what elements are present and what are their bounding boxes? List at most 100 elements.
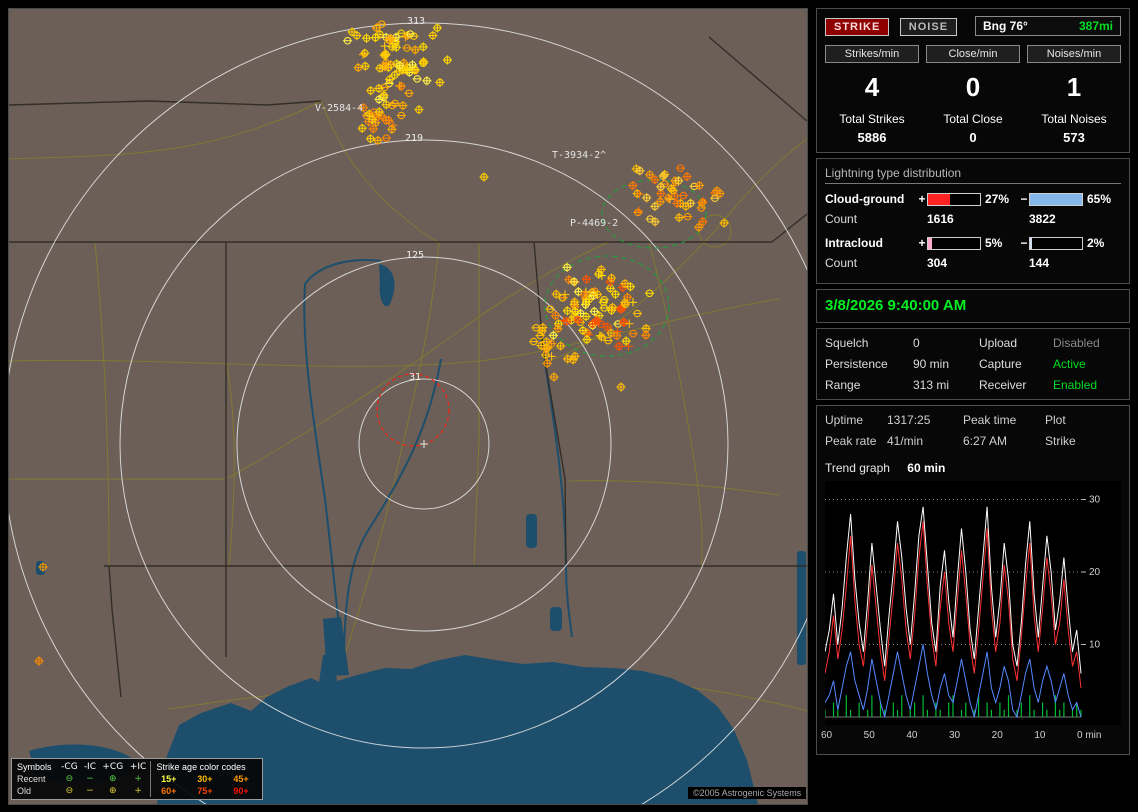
distribution-section: Lightning type distribution Cloud-ground… — [816, 158, 1130, 284]
svg-text:219: 219 — [405, 133, 423, 144]
age-30-label: 30+ — [187, 773, 223, 785]
close-per-min-button[interactable]: Close/min — [926, 45, 1020, 63]
uptime-value: 1317:25 — [887, 413, 963, 427]
strikes-per-min-value: 4 — [825, 72, 919, 103]
strike-indicator-button[interactable]: STRIKE — [825, 18, 889, 36]
svg-text:10: 10 — [1089, 640, 1101, 651]
total-noises: Total Noises 573 — [1027, 112, 1121, 145]
legend-age-header: Strike age color codes — [150, 761, 259, 773]
pos-ic-old-icon: + — [127, 785, 150, 797]
upload-status: Disabled — [1053, 336, 1123, 350]
pos-cg-recent-icon: ⊕ — [99, 773, 127, 785]
svg-text:125: 125 — [406, 250, 424, 261]
intracloud-count-row: Count 304 144 — [825, 256, 1121, 270]
trend-x-tick: 50 — [864, 730, 875, 741]
cg-plus-count: 1616 — [927, 212, 981, 226]
distance-value: 387mi — [1079, 19, 1113, 33]
trend-x-tick: 0 min — [1077, 730, 1101, 741]
close-per-min-value: 0 — [926, 72, 1020, 103]
trend-x-tick: 60 — [821, 730, 832, 741]
capture-status: Active — [1053, 357, 1123, 371]
trend-section: Uptime 1317:25 Peak time Plot Peak rate … — [816, 405, 1130, 755]
trend-x-tick: 40 — [906, 730, 917, 741]
cg-minus-bar — [1029, 193, 1083, 206]
total-close: Total Close 0 — [926, 112, 1020, 145]
trend-graph: 302010 6050403020100 min — [825, 481, 1121, 743]
total-strikes: Total Strikes 5886 — [825, 112, 919, 145]
age-90-label: 90+ — [223, 785, 259, 797]
peak-time-value: 6:27 AM — [963, 434, 1045, 448]
range-value: 313 mi — [913, 378, 979, 392]
age-15-label: 15+ — [150, 773, 187, 785]
trend-graph-caption: Trend graph 60 min — [825, 461, 1121, 475]
legend-col-neg-cg: -CG — [58, 761, 81, 773]
receiver-status: Enabled — [1053, 378, 1123, 392]
trend-x-tick: 10 — [1034, 730, 1045, 741]
svg-text:V-2584-4: V-2584-4 — [315, 103, 363, 114]
svg-text:31: 31 — [409, 372, 421, 383]
peak-rate-label: Peak rate — [825, 434, 887, 448]
trend-window-value: 60 min — [907, 461, 945, 475]
total-strikes-value: 5886 — [825, 130, 919, 145]
cloud-ground-count-row: Count 1616 3822 — [825, 212, 1121, 226]
peak-time-label: Peak time — [963, 413, 1045, 427]
cg-minus-count: 3822 — [1029, 212, 1083, 226]
legend-col-neg-ic: -IC — [81, 761, 99, 773]
pos-ic-recent-icon: + — [127, 773, 150, 785]
neg-ic-recent-icon: − — [81, 773, 99, 785]
trend-x-axis: 6050403020100 min — [825, 730, 1121, 743]
cg-plus-pct: 27% — [981, 192, 1019, 206]
receiver-label: Receiver — [979, 378, 1053, 392]
bearing-readout: Bng 76° 387mi — [975, 16, 1121, 36]
noises-per-min-button[interactable]: Noises/min — [1027, 45, 1121, 63]
noises-per-min-value: 1 — [1027, 72, 1121, 103]
noise-indicator-button[interactable]: NOISE — [900, 18, 957, 36]
map-view[interactable]: 31321912531V-2584-4T-3934-2^P-4469-2 Sym… — [8, 8, 808, 805]
lightning-detector-window: 31321912531V-2584-4T-3934-2^P-4469-2 Sym… — [0, 0, 1138, 812]
strikes-per-min-button[interactable]: Strikes/min — [825, 45, 919, 63]
distribution-title: Lightning type distribution — [825, 166, 1121, 184]
status-section: Squelch 0 Upload Disabled Persistence 90… — [816, 328, 1130, 400]
legend-col-pos-ic: +IC — [127, 761, 150, 773]
bearing-value: Bng 76° — [983, 19, 1028, 33]
ic-plus-count: 304 — [927, 256, 981, 270]
uptime-label: Uptime — [825, 413, 887, 427]
legend-col-pos-cg: +CG — [99, 761, 127, 773]
datetime-section: 3/8/2026 9:40:00 AM — [816, 289, 1130, 323]
persistence-value: 90 min — [913, 357, 979, 371]
range-label: Range — [825, 378, 913, 392]
trend-graph-canvas: 30 20 10 — [825, 481, 1121, 725]
cg-plus-bar — [927, 193, 981, 206]
age-60-label: 60+ — [150, 785, 187, 797]
total-noises-value: 573 — [1027, 130, 1121, 145]
cloud-ground-row: Cloud-ground + 27% − 65% — [825, 192, 1121, 206]
ic-minus-pct: 2% — [1083, 236, 1117, 250]
legend-symbols-header: Symbols — [15, 761, 58, 773]
ic-plus-pct: 5% — [981, 236, 1019, 250]
ic-minus-count: 144 — [1029, 256, 1083, 270]
neg-cg-recent-icon: ⊖ — [58, 773, 81, 785]
capture-label: Capture — [979, 357, 1053, 371]
svg-text:30: 30 — [1089, 495, 1101, 506]
map-legend: Symbols -CG -IC +CG +IC Strike age color… — [11, 758, 263, 800]
svg-text:P-4469-2: P-4469-2 — [570, 218, 618, 229]
upload-label: Upload — [979, 336, 1053, 350]
persistence-label: Persistence — [825, 357, 913, 371]
total-close-label: Total Close — [926, 112, 1020, 126]
squelch-label: Squelch — [825, 336, 913, 350]
copyright-notice: ©2005 Astrogenic Systems — [688, 787, 806, 799]
status-panel: STRIKE NOISE Bng 76° 387mi Strikes/min C… — [816, 8, 1130, 805]
svg-text:313: 313 — [407, 16, 425, 27]
ic-plus-bar — [927, 237, 981, 250]
age-75-label: 75+ — [187, 785, 223, 797]
ic-minus-bar — [1029, 237, 1083, 250]
svg-text:20: 20 — [1089, 567, 1101, 578]
current-datetime: 3/8/2026 9:40:00 AM — [825, 297, 966, 314]
pos-cg-old-icon: ⊕ — [99, 785, 127, 797]
total-strikes-label: Total Strikes — [825, 112, 919, 126]
neg-cg-old-icon: ⊖ — [58, 785, 81, 797]
map-canvas[interactable]: 31321912531V-2584-4T-3934-2^P-4469-2 — [9, 9, 807, 804]
squelch-value: 0 — [913, 336, 979, 350]
peak-rate-value: 41/min — [887, 434, 963, 448]
legend-row-recent-label: Recent — [15, 773, 58, 785]
